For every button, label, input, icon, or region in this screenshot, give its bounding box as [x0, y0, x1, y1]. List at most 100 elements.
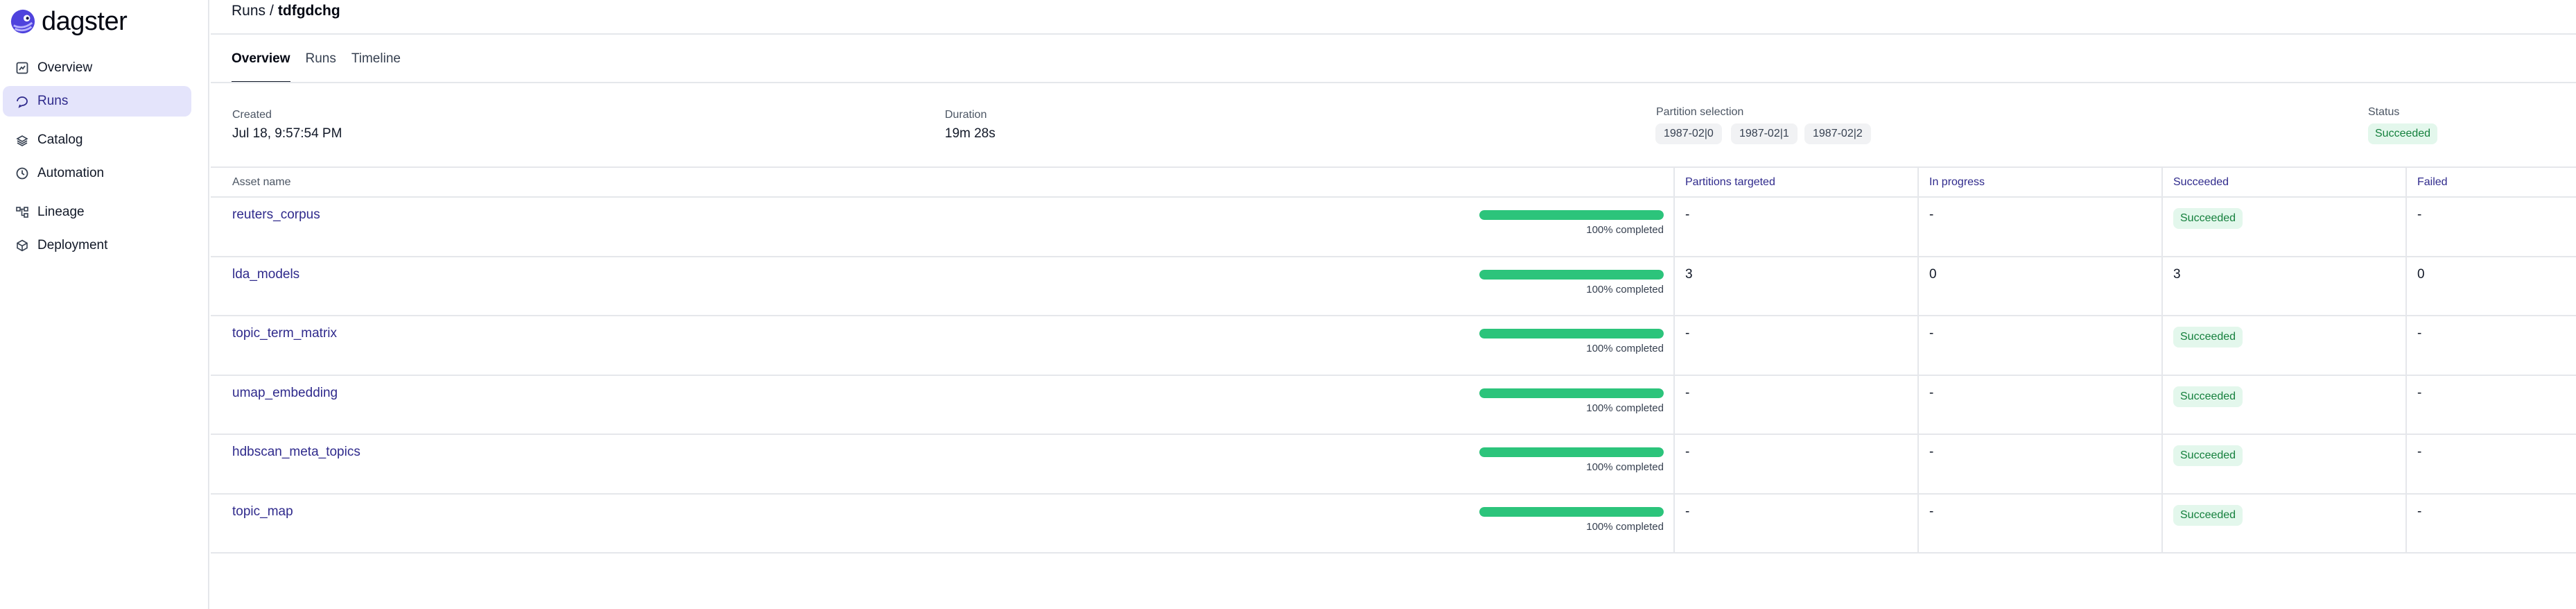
progress-text: 100% completed: [1586, 224, 1664, 236]
progress-bar-fill: [1479, 269, 1664, 280]
column-header-asset-name: Asset name: [232, 176, 291, 188]
tab-runs[interactable]: Runs: [306, 49, 336, 83]
tabs-divider: [211, 82, 2576, 83]
tab-bar: Overview Runs Timeline: [232, 49, 416, 83]
progress-text: 100% completed: [1586, 402, 1664, 414]
dagster-logo-icon: [10, 9, 35, 34]
created-label: Created: [232, 109, 272, 121]
row-divider: [211, 315, 2576, 316]
sidebar-item-label: Overview: [37, 60, 93, 75]
clock-icon: [15, 166, 29, 180]
sidebar-item-runs[interactable]: Runs: [3, 86, 191, 117]
table-header-divider: [211, 196, 2576, 198]
column-header-succeeded[interactable]: Succeeded: [2173, 176, 2229, 189]
in-progress-cell: -: [1929, 326, 1934, 341]
partition-selection-label: Partition selection: [1656, 106, 1744, 118]
sidebar-item-label: Deployment: [37, 238, 108, 252]
column-header-in-progress[interactable]: In progress: [1929, 176, 1985, 189]
row-divider: [211, 552, 2576, 554]
partitions-targeted-cell: -: [1685, 504, 1690, 519]
column-header-partitions-targeted[interactable]: Partitions targeted: [1685, 176, 1775, 189]
partition-tag: 1987-02|0: [1655, 123, 1722, 144]
failed-cell: -: [2417, 207, 2422, 222]
progress-text: 100% completed: [1586, 343, 1664, 354]
partitions-targeted-cell: -: [1685, 326, 1690, 341]
duration-value: 19m 28s: [945, 126, 995, 141]
row-divider: [211, 375, 2576, 376]
sidebar-item-catalog[interactable]: Catalog: [3, 125, 191, 155]
breadcrumb-separator: /: [270, 3, 274, 19]
progress-bar: [1479, 210, 1664, 220]
logo-text: dagster: [42, 6, 128, 36]
dashboard-icon: [15, 61, 29, 75]
sidebar-item-label: Lineage: [37, 205, 85, 219]
succeeded-badge[interactable]: Succeeded: [2173, 445, 2243, 466]
partition-tag: 1987-02|2: [1804, 123, 1871, 144]
status-badge: Succeeded: [2368, 123, 2438, 144]
in-progress-cell: 0: [1929, 266, 1937, 282]
progress-bar-fill: [1479, 447, 1664, 457]
asset-link[interactable]: topic_term_matrix: [232, 326, 337, 341]
page-title: tdfgdchg: [277, 3, 340, 19]
in-progress-cell: -: [1929, 445, 1934, 459]
asset-link[interactable]: topic_map: [232, 504, 293, 520]
partitions-targeted-cell: -: [1685, 445, 1690, 459]
progress-bar-fill: [1479, 329, 1664, 338]
progress-bar: [1479, 506, 1664, 517]
breadcrumb-runs-link[interactable]: Runs: [232, 3, 266, 19]
duration-label: Duration: [945, 109, 987, 121]
lineage-icon: [15, 205, 29, 219]
sidebar-item-automation[interactable]: Automation: [3, 158, 191, 189]
breadcrumb: Runs / tdfgdchg: [232, 2, 340, 20]
column-header-failed[interactable]: Failed: [2417, 176, 2448, 189]
in-progress-cell: -: [1929, 385, 1934, 400]
failed-cell: -: [2417, 504, 2422, 519]
header-divider: [211, 33, 2576, 35]
partitions-targeted-cell: -: [1685, 385, 1690, 400]
progress-text: 100% completed: [1586, 520, 1664, 533]
sidebar-item-overview[interactable]: Overview: [3, 53, 191, 83]
asset-link[interactable]: reuters_corpus: [232, 207, 320, 223]
sidebar-item-label: Catalog: [37, 132, 83, 147]
progress-bar: [1479, 329, 1664, 338]
table-top-divider: [211, 166, 2576, 168]
sidebar-item-label: Runs: [37, 94, 69, 108]
runs-icon: [15, 94, 29, 108]
tab-overview[interactable]: Overview: [232, 49, 290, 83]
row-divider: [211, 493, 2576, 495]
succeeded-badge[interactable]: Succeeded: [2173, 327, 2243, 348]
progress-bar-fill: [1479, 388, 1664, 398]
in-progress-cell: -: [1929, 207, 1934, 222]
dagster-logo[interactable]: dagster: [10, 4, 128, 39]
created-value: Jul 18, 9:57:54 PM: [232, 126, 342, 141]
succeeded-badge[interactable]: Succeeded: [2173, 208, 2243, 229]
status-label: Status: [2368, 106, 2400, 118]
asset-link[interactable]: hdbscan_meta_topics: [232, 445, 360, 460]
sidebar-item-lineage[interactable]: Lineage: [3, 197, 191, 228]
progress-bar: [1479, 388, 1664, 398]
sidebar-item-label: Automation: [37, 166, 105, 180]
progress-bar: [1479, 447, 1664, 457]
main-content: Runs / tdfgdchg Overview Runs Timeline Cre…: [211, 0, 2576, 609]
sidebar-item-deployment[interactable]: Deployment: [3, 230, 191, 261]
progress-text: 100% completed: [1586, 461, 1664, 473]
row-divider: [211, 256, 2576, 257]
progress-bar: [1479, 269, 1664, 280]
succeeded-badge[interactable]: Succeeded: [2173, 504, 2243, 526]
asset-link[interactable]: umap_embedding: [232, 386, 338, 401]
failed-cell: -: [2417, 326, 2422, 341]
progress-bar-fill: [1479, 506, 1664, 517]
progress-bar-fill: [1479, 210, 1664, 220]
asset-link[interactable]: lda_models: [232, 267, 299, 282]
succeeded-badge[interactable]: Succeeded: [2173, 386, 2243, 407]
partitions-targeted-cell: 3: [1685, 266, 1693, 282]
failed-cell: -: [2417, 445, 2422, 459]
catalog-icon: [15, 133, 29, 147]
partitions-targeted-cell: -: [1685, 207, 1690, 222]
failed-cell: -: [2417, 385, 2422, 400]
succeeded-cell: 3: [2173, 266, 2181, 282]
partition-tag: 1987-02|1: [1731, 123, 1798, 144]
tab-timeline[interactable]: Timeline: [351, 49, 401, 83]
sidebar: dagster Overview Runs Catalog Automation Lin…: [0, 0, 209, 609]
failed-cell: 0: [2417, 266, 2425, 282]
